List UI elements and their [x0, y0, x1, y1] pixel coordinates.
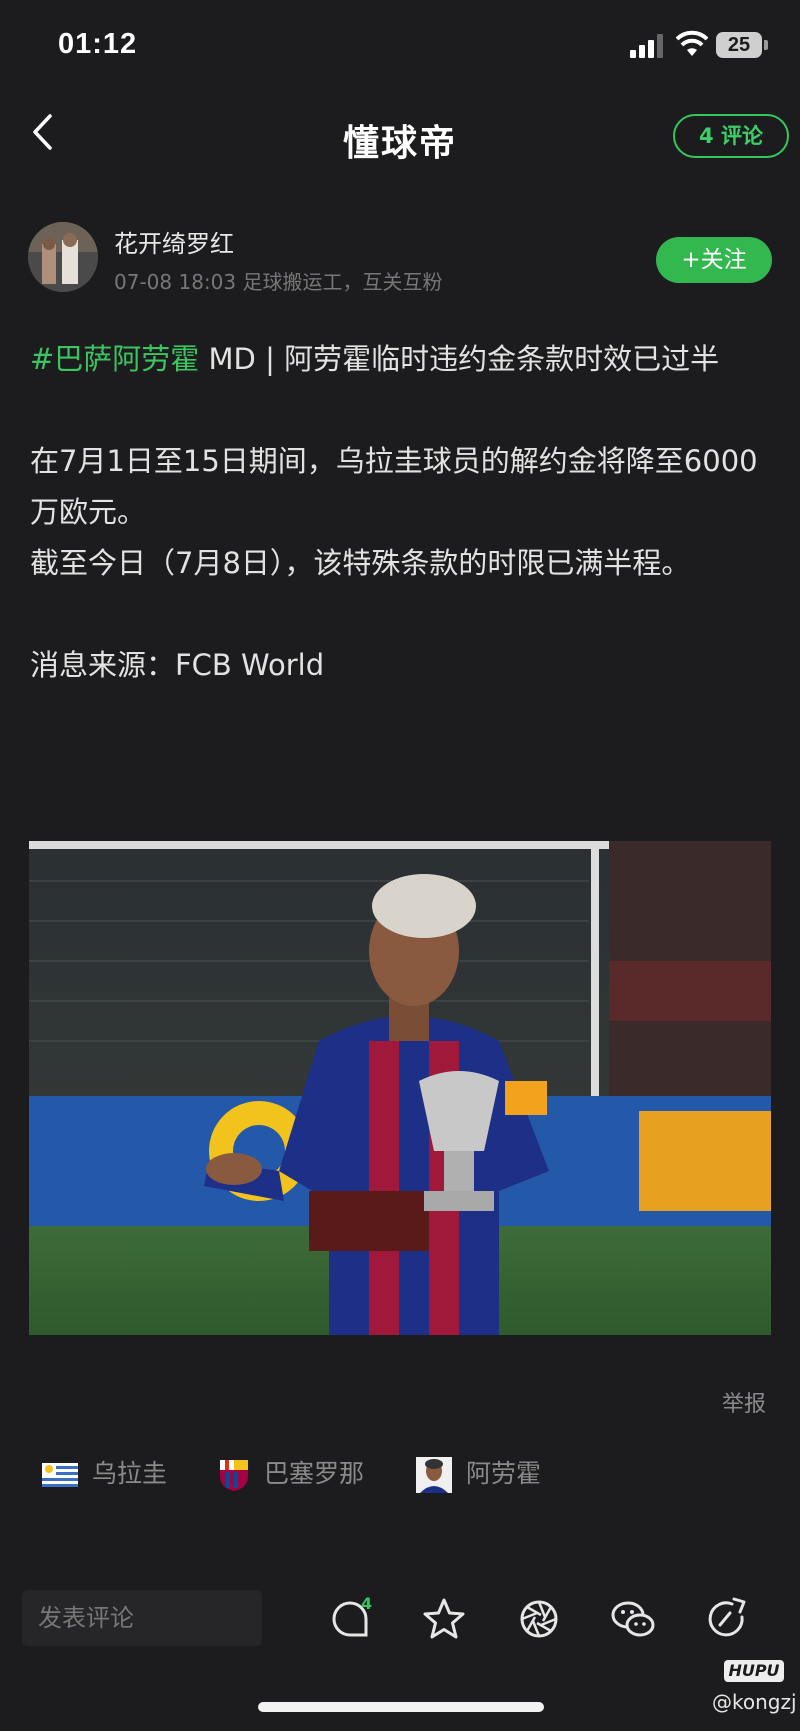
author-name[interactable]: 花开绮罗红 — [114, 224, 234, 259]
post-content: #巴萨阿劳霍 MD | 阿劳霍临时违约金条款时效已过半 在7月1日至15日期间，… — [30, 334, 775, 691]
wifi-icon — [676, 30, 708, 56]
share-icon[interactable] — [704, 1595, 752, 1643]
star-icon[interactable] — [420, 1595, 468, 1643]
wechat-icon[interactable] — [609, 1595, 657, 1643]
report-button[interactable]: 举报 — [722, 1386, 766, 1418]
home-indicator[interactable] — [258, 1702, 544, 1712]
player-avatar-icon — [416, 1457, 452, 1493]
barcelona-crest-icon — [220, 1460, 248, 1491]
topic-label: 阿劳霍 — [466, 1459, 542, 1488]
hupu-logo: HUPU — [724, 1660, 784, 1682]
topic-uruguay[interactable]: 乌拉圭 — [42, 1456, 167, 1492]
moments-share-icon[interactable] — [515, 1595, 563, 1643]
follow-button[interactable]: +关注 — [656, 237, 772, 283]
battery-tip — [764, 40, 768, 50]
comment-count-badge: 4 — [361, 1594, 373, 1613]
post-title-text: MD | 阿劳霍临时违约金条款时效已过半 — [199, 342, 720, 376]
post-title: #巴萨阿劳霍 MD | 阿劳霍临时违约金条款时效已过半 — [30, 334, 775, 385]
author-avatar[interactable] — [28, 222, 98, 292]
topic-barcelona[interactable]: 巴塞罗那 — [218, 1456, 364, 1492]
hashtag-link[interactable]: #巴萨阿劳霍 — [30, 342, 199, 376]
post-paragraph-2: 截至今日（7月8日），该特殊条款的时限已满半程。 — [30, 546, 691, 580]
comments-count-button[interactable]: 4 评论 — [673, 114, 789, 158]
topic-araujo[interactable]: 阿劳霍 — [416, 1456, 542, 1493]
comment-input[interactable]: 发表评论 — [22, 1590, 262, 1646]
topic-label: 巴塞罗那 — [264, 1459, 365, 1488]
watermark-handle: @kongzj — [712, 1690, 797, 1714]
post-paragraph-1: 在7月1日至15日期间，乌拉圭球员的解约金将降至6000万欧元。 — [30, 444, 758, 529]
battery-indicator: 25 — [716, 32, 762, 58]
topic-label: 乌拉圭 — [92, 1459, 168, 1488]
post-meta: 07-08 18:03 足球搬运工，互关互粉 — [114, 270, 443, 294]
status-time: 01:12 — [58, 28, 138, 60]
post-image[interactable] — [29, 841, 771, 1335]
post-source: 消息来源：FCB World — [30, 648, 325, 682]
uruguay-flag-icon — [42, 1463, 78, 1487]
cellular-signal-icon — [630, 34, 663, 58]
